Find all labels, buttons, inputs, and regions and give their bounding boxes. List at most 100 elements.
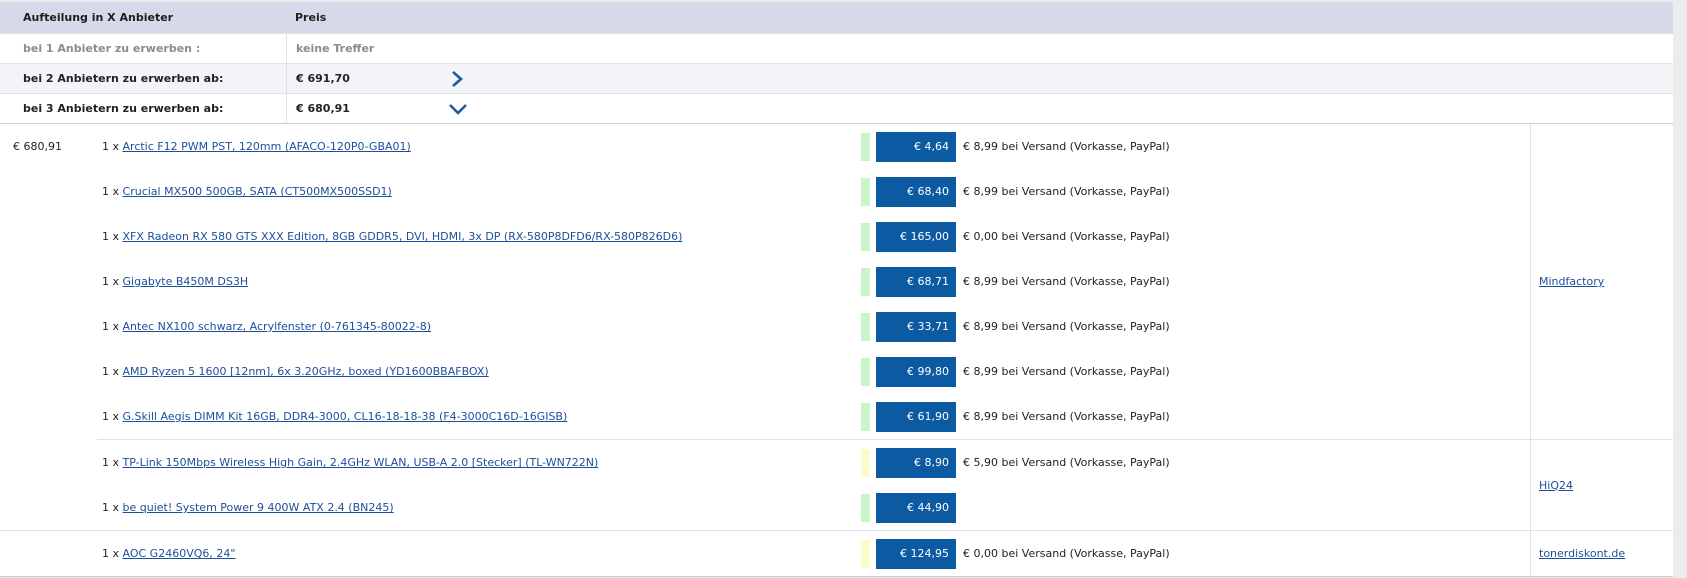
split-row-2-vendors[interactable]: bei 2 Anbietern zu erwerben ab: € 691,70 [0, 63, 1673, 93]
offer-item-row: 1 x TP-Link 150Mbps Wireless High Gain, … [97, 440, 1530, 485]
shipping-info: € 0,00 bei Versand (Vorkasse, PayPal) [963, 230, 1170, 243]
product-link[interactable]: AMD Ryzen 5 1600 [12nm], 6x 3.20GHz, box… [123, 365, 489, 378]
item-list: 1 x AOC G2460VQ6, 24" € 124,95 € 0,00 be… [97, 531, 1530, 576]
split-table-header: Aufteilung in X Anbieter Preis [0, 2, 1673, 33]
item-price[interactable]: € 33,71 [876, 311, 956, 342]
chevron-right-icon[interactable] [450, 70, 464, 88]
product-link[interactable]: TP-Link 150Mbps Wireless High Gain, 2.4G… [123, 456, 599, 469]
chevron-down-icon[interactable] [448, 102, 468, 116]
item-price[interactable]: € 68,71 [876, 266, 956, 297]
item-price[interactable]: € 44,90 [876, 492, 956, 523]
total-spacer [0, 439, 97, 530]
item-price[interactable]: € 68,40 [876, 176, 956, 207]
vendor-split-table: Aufteilung in X Anbieter Preis bei 1 Anb… [0, 2, 1673, 577]
quantity-label: 1 x [102, 140, 120, 153]
offer-item-row: 1 x XFX Radeon RX 580 GTS XXX Edition, 8… [97, 214, 1530, 259]
offer-item-row: 1 x Crucial MX500 500GB, SATA (CT500MX50… [97, 169, 1530, 214]
shipping-info: € 8,99 bei Versand (Vorkasse, PayPal) [963, 275, 1170, 288]
availability-indicator [861, 177, 870, 206]
split-row-price-value: keine Treffer [296, 42, 375, 55]
product-link[interactable]: XFX Radeon RX 580 GTS XXX Edition, 8GB G… [123, 230, 683, 243]
availability-indicator [861, 357, 870, 386]
split-row-label: bei 1 Anbieter zu erwerben : [23, 42, 201, 55]
item-name-cell: 1 x AOC G2460VQ6, 24" [97, 547, 858, 560]
item-price[interactable]: € 4,64 [876, 131, 956, 162]
split-row-price: € 680,91 [286, 94, 1673, 123]
availability-indicator [861, 222, 870, 251]
item-name-cell: 1 x Antec NX100 schwarz, Acrylfenster (0… [97, 320, 858, 333]
vendor-group: 1 x TP-Link 150Mbps Wireless High Gain, … [0, 439, 1673, 530]
vendor-group: € 680,91 1 x Arctic F12 PWM PST, 120mm (… [0, 124, 1673, 439]
item-price[interactable]: € 99,80 [876, 356, 956, 387]
availability-indicator [861, 267, 870, 296]
split-row-label: bei 2 Anbietern zu erwerben ab: [23, 72, 224, 85]
product-link[interactable]: G.Skill Aegis DIMM Kit 16GB, DDR4-3000, … [123, 410, 568, 423]
quantity-label: 1 x [102, 275, 120, 288]
split-row-label: bei 3 Anbietern zu erwerben ab: [23, 102, 224, 115]
vendor-link-tonerdiskont[interactable]: tonerdiskont.de [1539, 547, 1625, 560]
offer-item-row: 1 x AOC G2460VQ6, 24" € 124,95 € 0,00 be… [97, 531, 1530, 576]
vendor-group: 1 x AOC G2460VQ6, 24" € 124,95 € 0,00 be… [0, 530, 1673, 576]
availability-indicator [861, 539, 870, 568]
product-link[interactable]: Gigabyte B450M DS3H [123, 275, 249, 288]
availability-indicator [861, 312, 870, 341]
item-price[interactable]: € 124,95 [876, 538, 956, 569]
item-price[interactable]: € 8,90 [876, 447, 956, 478]
item-name-cell: 1 x AMD Ryzen 5 1600 [12nm], 6x 3.20GHz,… [97, 365, 858, 378]
vendor-cell: tonerdiskont.de [1530, 531, 1673, 576]
availability-indicator [861, 402, 870, 431]
product-link[interactable]: Antec NX100 schwarz, Acrylfenster (0-761… [123, 320, 432, 333]
offer-item-row: 1 x G.Skill Aegis DIMM Kit 16GB, DDR4-30… [97, 394, 1530, 439]
vendor-cell: HiQ24 [1530, 439, 1673, 530]
quantity-label: 1 x [102, 547, 120, 560]
item-price[interactable]: € 165,00 [876, 221, 956, 252]
product-link[interactable]: be quiet! System Power 9 400W ATX 2.4 (B… [123, 501, 394, 514]
offer-item-row: 1 x Antec NX100 schwarz, Acrylfenster (0… [97, 304, 1530, 349]
shipping-info: € 8,99 bei Versand (Vorkasse, PayPal) [963, 185, 1170, 198]
item-name-cell: 1 x Gigabyte B450M DS3H [97, 275, 858, 288]
vendor-cell: Mindfactory [1530, 124, 1673, 439]
split-row-price-value: € 680,91 [296, 102, 350, 115]
total-price: € 680,91 [13, 140, 62, 153]
offer-item-row: 1 x Arctic F12 PWM PST, 120mm (AFACO-120… [97, 124, 1530, 169]
offer-item-row: 1 x AMD Ryzen 5 1600 [12nm], 6x 3.20GHz,… [97, 349, 1530, 394]
item-name-cell: 1 x XFX Radeon RX 580 GTS XXX Edition, 8… [97, 230, 858, 243]
quantity-label: 1 x [102, 365, 120, 378]
shipping-info: € 8,99 bei Versand (Vorkasse, PayPal) [963, 140, 1170, 153]
product-link[interactable]: Arctic F12 PWM PST, 120mm (AFACO-120P0-G… [123, 140, 411, 153]
split-row-3-vendors[interactable]: bei 3 Anbietern zu erwerben ab: € 680,91 [0, 93, 1673, 123]
total-spacer [0, 531, 97, 576]
item-name-cell: 1 x Crucial MX500 500GB, SATA (CT500MX50… [97, 185, 858, 198]
product-link[interactable]: AOC G2460VQ6, 24" [123, 547, 236, 560]
product-link[interactable]: Crucial MX500 500GB, SATA (CT500MX500SSD… [123, 185, 392, 198]
header-price: Preis [295, 11, 327, 24]
quantity-label: 1 x [102, 456, 120, 469]
item-name-cell: 1 x G.Skill Aegis DIMM Kit 16GB, DDR4-30… [97, 410, 858, 423]
header-option: Aufteilung in X Anbieter [23, 11, 174, 24]
availability-indicator [861, 493, 870, 522]
item-list: 1 x Arctic F12 PWM PST, 120mm (AFACO-120… [97, 124, 1530, 439]
shipping-info: € 8,99 bei Versand (Vorkasse, PayPal) [963, 410, 1170, 423]
offer-item-row: 1 x be quiet! System Power 9 400W ATX 2.… [97, 485, 1530, 530]
item-name-cell: 1 x Arctic F12 PWM PST, 120mm (AFACO-120… [97, 140, 858, 153]
quantity-label: 1 x [102, 501, 120, 514]
shipping-info: € 5,90 bei Versand (Vorkasse, PayPal) [963, 456, 1170, 469]
item-name-cell: 1 x TP-Link 150Mbps Wireless High Gain, … [97, 456, 858, 469]
item-price[interactable]: € 61,90 [876, 401, 956, 432]
quantity-label: 1 x [102, 230, 120, 243]
split-row-price: € 691,70 [286, 64, 1673, 93]
split-row-price-value: € 691,70 [296, 72, 350, 85]
split-row-price: keine Treffer [286, 34, 1673, 63]
quantity-label: 1 x [102, 410, 120, 423]
quantity-label: 1 x [102, 320, 120, 333]
item-name-cell: 1 x be quiet! System Power 9 400W ATX 2.… [97, 501, 858, 514]
item-list: 1 x TP-Link 150Mbps Wireless High Gain, … [97, 439, 1530, 530]
quantity-label: 1 x [102, 185, 120, 198]
shipping-info: € 0,00 bei Versand (Vorkasse, PayPal) [963, 547, 1170, 560]
offer-details: € 680,91 1 x Arctic F12 PWM PST, 120mm (… [0, 123, 1673, 577]
offer-item-row: 1 x Gigabyte B450M DS3H € 68,71 € 8,99 b… [97, 259, 1530, 304]
vendor-link-mindfactory[interactable]: Mindfactory [1539, 275, 1604, 288]
split-row-1-vendor: bei 1 Anbieter zu erwerben : keine Treff… [0, 33, 1673, 63]
vendor-link-hiq24[interactable]: HiQ24 [1539, 479, 1573, 492]
shipping-info: € 8,99 bei Versand (Vorkasse, PayPal) [963, 365, 1170, 378]
